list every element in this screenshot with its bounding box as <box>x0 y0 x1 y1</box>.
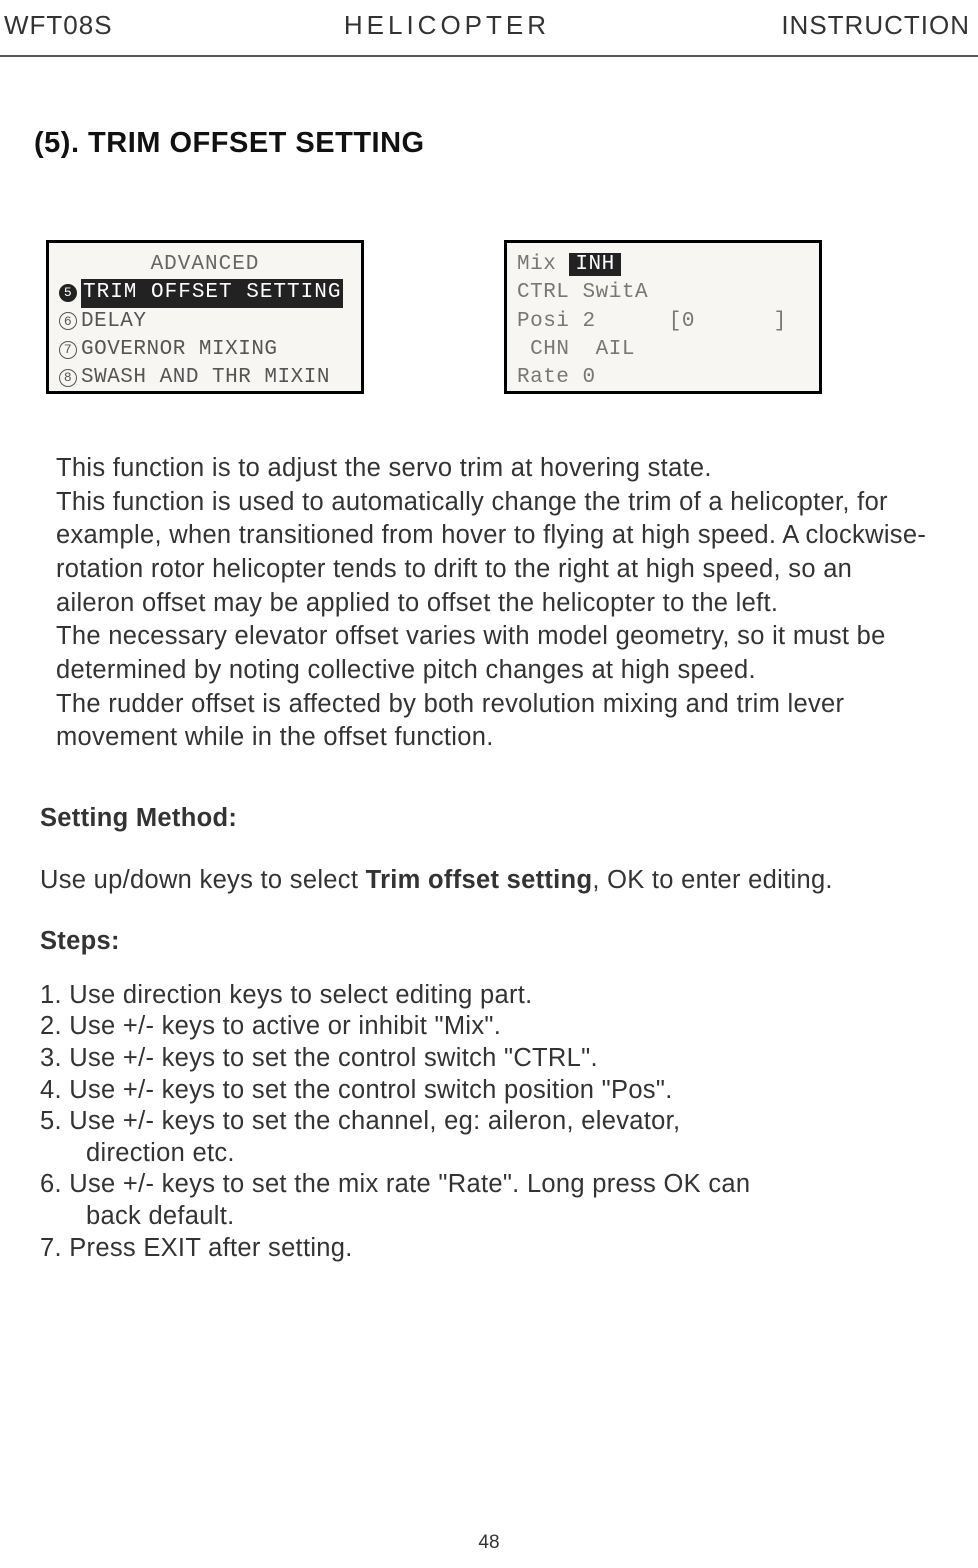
lcd-menu-item: 8SWASH AND THR MIXIN <box>59 364 351 392</box>
steps-heading: Steps: <box>40 926 938 958</box>
lcd-settings-screen: Mix INH CTRL SwitA Posi 2 [0 ] CHN AIL R… <box>504 240 822 394</box>
step-2: 2. Use +/- keys to active or inhibit "Mi… <box>40 1011 938 1043</box>
lcd-mix-row: Mix INH <box>517 251 809 279</box>
lcd-menu-item: 6DELAY <box>59 308 351 336</box>
doc-type: INSTRUCTION <box>781 10 970 41</box>
lcd-menu-item: 7GOVERNOR MIXING <box>59 336 351 364</box>
rate-label: Rate <box>517 366 569 389</box>
menu-num-5-icon: 5 <box>59 284 77 302</box>
page-number: 48 <box>478 1532 499 1554</box>
lcd-rate-row: Rate 0 <box>517 364 809 392</box>
page-content: (5). TRIM OFFSET SETTING ADVANCED 5TRIM … <box>0 127 978 1264</box>
mix-label: Mix <box>517 253 556 276</box>
setting-method-heading: Setting Method: <box>40 803 938 835</box>
step-6: 6. Use +/- keys to set the mix rate "Rat… <box>40 1169 938 1201</box>
intro-text-b: , OK to enter editing. <box>592 866 832 894</box>
lcd-chn-row: CHN AIL <box>517 336 809 364</box>
lcd-ctrl-row: CTRL SwitA <box>517 279 809 307</box>
intro-text-bold: Trim offset setting <box>366 866 593 894</box>
ctrl-label: CTRL <box>517 281 569 304</box>
mix-value: INH <box>569 253 620 276</box>
menu-label-5: TRIM OFFSET SETTING <box>81 279 343 307</box>
step-4: 4. Use +/- keys to set the control switc… <box>40 1075 938 1107</box>
menu-num-7-icon: 7 <box>59 341 77 359</box>
ctrl-value: SwitA <box>583 281 649 304</box>
posi-value: 2 <box>583 310 596 333</box>
description-p2: This function is used to automatically c… <box>56 486 932 621</box>
lcd-title: ADVANCED <box>59 251 351 279</box>
description-p1: This function is to adjust the servo tri… <box>56 452 932 486</box>
intro-text-a: Use up/down keys to select <box>40 866 366 894</box>
posi-bracket-open: [0 <box>669 310 695 333</box>
chn-value: AIL <box>596 338 635 361</box>
step-7: 7. Press EXIT after setting. <box>40 1233 938 1265</box>
posi-label: Posi <box>517 310 569 333</box>
posi-bracket-close: ] <box>774 310 787 333</box>
lcd-screenshots-row: ADVANCED 5TRIM OFFSET SETTING 6DELAY 7GO… <box>32 240 946 394</box>
section-title: (5). TRIM OFFSET SETTING <box>32 127 946 160</box>
menu-label-7: GOVERNOR MIXING <box>81 338 278 361</box>
step-5: 5. Use +/- keys to set the channel, eg: … <box>40 1106 938 1138</box>
setting-method-section: Setting Method: Use up/down keys to sele… <box>32 803 946 1264</box>
chn-label: CHN <box>530 338 569 361</box>
menu-num-6-icon: 6 <box>59 312 77 330</box>
step-6-cont: back default. <box>40 1201 938 1233</box>
menu-num-8-icon: 8 <box>59 369 77 387</box>
lcd-posi-row: Posi 2 [0 ] <box>517 308 809 336</box>
description-p4: The rudder offset is affected by both re… <box>56 688 932 755</box>
lcd-menu-screen: ADVANCED 5TRIM OFFSET SETTING 6DELAY 7GO… <box>46 240 364 394</box>
steps-list: 1. Use direction keys to select editing … <box>40 980 938 1264</box>
menu-label-6: DELAY <box>81 310 147 333</box>
step-5-cont: direction etc. <box>40 1138 938 1170</box>
page-header: WFT08S HELICOPTER INSTRUCTION <box>0 0 978 57</box>
description-p3: The necessary elevator offset varies wit… <box>56 620 932 687</box>
setting-method-intro: Use up/down keys to select Trim offset s… <box>40 865 938 897</box>
step-3: 3. Use +/- keys to set the control switc… <box>40 1043 938 1075</box>
step-1: 1. Use direction keys to select editing … <box>40 980 938 1012</box>
description-text: This function is to adjust the servo tri… <box>32 452 946 755</box>
rate-value: 0 <box>583 366 596 389</box>
lcd-menu-item-selected: 5TRIM OFFSET SETTING <box>59 279 351 307</box>
product-model: WFT08S <box>4 10 113 41</box>
page-category: HELICOPTER <box>344 10 550 41</box>
menu-label-8: SWASH AND THR MIXIN <box>81 366 330 389</box>
